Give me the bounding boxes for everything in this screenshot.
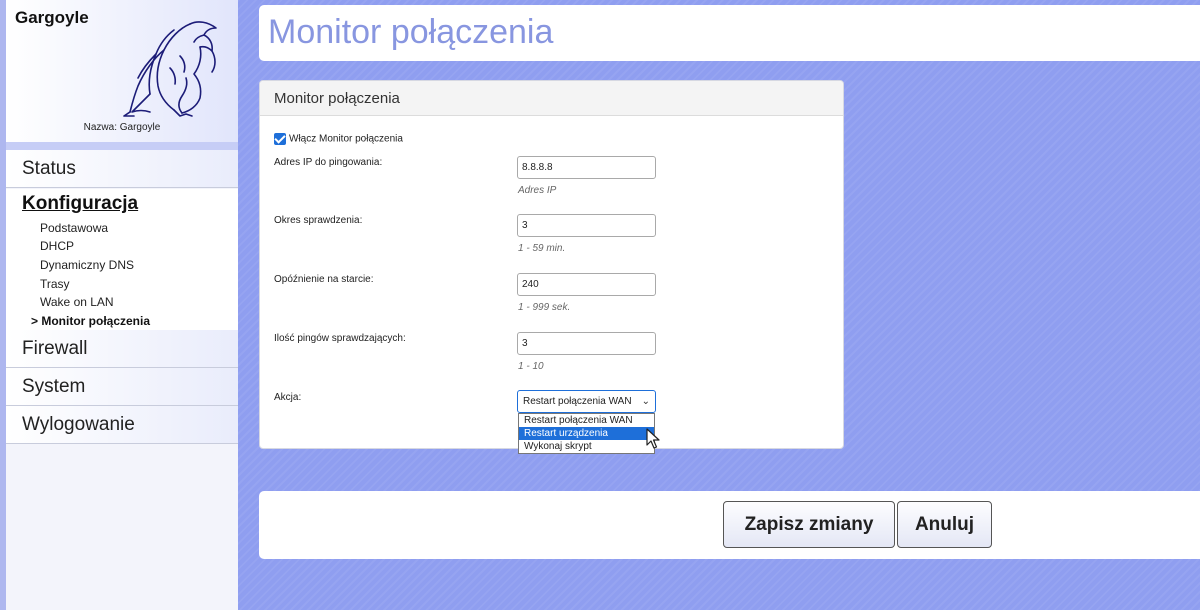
page-title: Monitor połączenia bbox=[268, 13, 554, 51]
cancel-button[interactable]: Anuluj bbox=[897, 501, 992, 548]
nav-config[interactable]: Konfiguracja bbox=[22, 193, 138, 215]
action-option-restart-wan[interactable]: Restart połączenia WAN bbox=[519, 414, 654, 427]
enable-monitor-checkbox[interactable] bbox=[274, 133, 286, 145]
nav-status[interactable]: Status bbox=[6, 150, 238, 188]
action-option-restart-device[interactable]: Restart urządzenia bbox=[519, 427, 654, 440]
enable-monitor-row: Włącz Monitor połączenia bbox=[274, 133, 403, 145]
sidebar-header: Gargoyle Nazwa: Gargoyle bbox=[6, 0, 238, 145]
action-bar: Zapisz zmiany Anuluj bbox=[259, 491, 1200, 559]
nav-item-connection-monitor[interactable]: > Monitor połączenia bbox=[31, 314, 150, 328]
mouse-cursor-icon bbox=[646, 428, 660, 449]
startup-delay-label: Opóźnienie na starcie: bbox=[274, 274, 374, 285]
device-name: Nazwa: Gargoyle bbox=[83, 122, 161, 133]
interval-input[interactable] bbox=[517, 214, 656, 237]
action-select-value: Restart połączenia WAN bbox=[523, 396, 632, 407]
nav-item-routes[interactable]: Trasy bbox=[40, 277, 70, 291]
action-select[interactable]: Restart połączenia WAN ⌄ bbox=[517, 390, 656, 413]
nav-item-dhcp[interactable]: DHCP bbox=[40, 239, 74, 253]
action-option-run-script[interactable]: Wykonaj skrypt bbox=[519, 440, 654, 453]
nav-item-wol[interactable]: Wake on LAN bbox=[40, 295, 114, 309]
panel-title: Monitor połączenia bbox=[274, 90, 400, 107]
nav-item-basic[interactable]: Podstawowa bbox=[40, 221, 108, 235]
ping-count-label: Ilość pingów sprawdzających: bbox=[274, 333, 406, 344]
nav-logout[interactable]: Wylogowanie bbox=[6, 406, 238, 444]
title-bar: Monitor połączenia bbox=[259, 5, 1200, 61]
nav-system[interactable]: System bbox=[6, 368, 238, 406]
startup-delay-hint: 1 - 999 sek. bbox=[518, 302, 571, 313]
interval-label: Okres sprawdzenia: bbox=[274, 215, 363, 226]
nav-config-section: Konfiguracja Podstawowa DHCP Dynamiczny … bbox=[6, 189, 238, 330]
ping-ip-input[interactable] bbox=[517, 156, 656, 179]
ping-count-hint: 1 - 10 bbox=[518, 361, 544, 372]
panel-header: Monitor połączenia bbox=[260, 81, 843, 116]
gargoyle-logo-icon bbox=[123, 21, 217, 117]
nav-firewall[interactable]: Firewall bbox=[6, 330, 238, 368]
ping-ip-hint: Adres IP bbox=[518, 185, 557, 196]
interval-hint: 1 - 59 min. bbox=[518, 243, 566, 254]
brand-name: Gargoyle bbox=[15, 8, 89, 27]
enable-monitor-label: Włącz Monitor połączenia bbox=[289, 133, 403, 145]
save-button[interactable]: Zapisz zmiany bbox=[723, 501, 895, 548]
sidebar-divider bbox=[6, 142, 238, 150]
chevron-down-icon: ⌄ bbox=[641, 396, 650, 407]
nav-item-ddns[interactable]: Dynamiczny DNS bbox=[40, 258, 134, 272]
action-dropdown-list: Restart połączenia WAN Restart urządzeni… bbox=[518, 413, 655, 454]
startup-delay-input[interactable] bbox=[517, 273, 656, 296]
ping-count-input[interactable] bbox=[517, 332, 656, 355]
action-label: Akcja: bbox=[274, 392, 302, 403]
ping-ip-label: Adres IP do pingowania: bbox=[274, 157, 383, 168]
sidebar: Gargoyle Nazwa: Gargoyle Status Konfigur… bbox=[0, 0, 238, 610]
settings-panel: Monitor połączenia Włącz Monitor połącze… bbox=[259, 80, 844, 454]
